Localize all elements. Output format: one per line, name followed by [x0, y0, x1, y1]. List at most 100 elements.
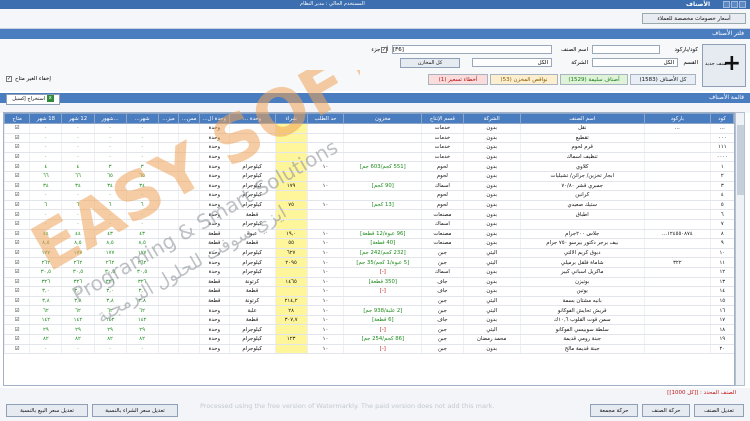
table-row[interactable]: ١٧ سمن قوت القلوب ١٠,٦ك بدون جاف [6 قطعة] ١٠ ٣…: [4, 315, 734, 326]
f6-label: [F6]: [393, 47, 404, 53]
table-cell: وحدة: [198, 334, 230, 345]
table-cell: كيلوجرام: [228, 161, 276, 172]
table-row[interactable]: ٦ اطباق بدون مصنعات قطعة وحدة ٠ ٠ ٠ ٠ ☑: [4, 209, 734, 220]
table-row[interactable]: ١٠ دبوق كريم الالتي اليتي جبن [232 كجم/242 ج…: [4, 248, 734, 259]
table-row[interactable]: ١٨ سلطة سوبيسي الفوكانو اليتي جبن [-] ١٠ كيلوج…: [4, 324, 734, 336]
table-cell: كيلوجرام: [228, 171, 276, 182]
column-header[interactable]: باركود: [643, 113, 712, 124]
table-cell: ٣٢٦: [93, 277, 127, 288]
table-row[interactable]: ٩ بيف برجر دكتور بيرسو ٧٥٠ جرام بدون مصنعات…: [4, 238, 734, 249]
section-select[interactable]: الكل: [592, 58, 678, 67]
table-cell: [643, 190, 711, 201]
table-cell: ☑: [4, 123, 30, 134]
column-header[interactable]: الشركة: [462, 113, 521, 124]
table-cell: [157, 344, 179, 355]
table-cell: [228, 123, 276, 134]
barcode-input[interactable]: [592, 45, 660, 54]
table-row[interactable]: ٢٠ جبنة قديمة مالح بدون جبن [-] ١٠ كيلوجرام وحد…: [4, 344, 734, 355]
scrollbar-thumb[interactable]: [737, 125, 744, 195]
column-header[interactable]: شهر...: [125, 113, 159, 124]
column-header[interactable]: شراء: [274, 113, 308, 124]
table-cell: [643, 209, 711, 220]
column-header[interactable]: كود: [710, 113, 734, 124]
table-cell: ١٤٢: [61, 315, 94, 326]
column-header[interactable]: مس...: [178, 113, 200, 124]
total-movement-button[interactable]: حركة مجمعة: [590, 404, 638, 417]
column-header[interactable]: 12 شهر: [61, 113, 95, 124]
edit-item-button[interactable]: تعديل الصنف: [694, 404, 744, 417]
table-row[interactable]: ٨ ١٢٤٥٥٠٨٧٤... جلاس ٢٠٠جرام بدون مصنعات [96 ع…: [4, 229, 734, 240]
section-label: القسم: [683, 60, 698, 66]
column-header[interactable]: متاح: [4, 113, 31, 124]
table-row[interactable]: ٤ كرانين بدون لحوم كيلوجرام وحدة ٠ ٠ ٠ ٠ ☑: [4, 190, 734, 201]
table-cell: [306, 123, 344, 134]
adjust-purchase-price-button[interactable]: تعديل سعر الشراء بالنسبة: [92, 404, 178, 417]
chip-valid-items[interactable]: أصناف سليمة (1529): [560, 74, 628, 85]
new-item-button[interactable]: + صنف جديد: [702, 44, 746, 87]
column-header[interactable]: وحدة ...: [228, 113, 276, 124]
column-header[interactable]: ...شهور: [93, 113, 127, 124]
table-cell: كرانين: [519, 190, 645, 201]
table-row[interactable]: ١٥ بانيه مشتان بسمة اليتي جبن ١٠ ٢١٤,٢ كرتونة ق…: [4, 296, 734, 307]
all-stores-button[interactable]: كل المخازن: [400, 58, 460, 68]
table-row[interactable]: ...... نقل بدون خدمات وحدة ٠ ٠ ٠ ٠ ☑: [4, 123, 734, 134]
table-cell: جبن: [421, 305, 464, 316]
table-cell: جاف: [421, 277, 464, 288]
table-cell: [643, 334, 711, 345]
table-row[interactable]: ١٦ قريش تحايش الفوكانو اليتي جبن [2 علبة/938…: [4, 305, 734, 316]
column-header[interactable]: حد الطلب: [306, 113, 345, 124]
table-cell: قطعة: [198, 238, 230, 249]
table-cell: كيلوجرام: [228, 190, 276, 201]
table-row[interactable]: ١١ ٣٢٢ شاماة فلقل برميلي اليتي جبن [5 عبوة/1 …: [4, 257, 734, 268]
column-header[interactable]: ميز...: [157, 113, 180, 124]
table-cell: جبن: [421, 324, 464, 336]
chip-all-items[interactable]: كل الأصناف (1583): [630, 74, 696, 85]
company-select[interactable]: الكل: [472, 58, 552, 67]
table-cell: [350 قطعة]: [343, 277, 422, 288]
table-cell: [643, 171, 711, 182]
vertical-scrollbar[interactable]: [735, 112, 745, 386]
table-cell: اليتي: [462, 305, 521, 316]
column-header[interactable]: مخزون: [343, 113, 423, 124]
table-cell: ١٢٣: [274, 334, 308, 345]
table-cell: اليتي: [462, 257, 521, 268]
hide-unavailable-checkbox[interactable]: ✓: [6, 75, 12, 82]
table-cell: كيلوجرام: [228, 344, 276, 355]
chip-pricing-errors[interactable]: أخطاء تسعير (1): [428, 74, 488, 85]
column-header[interactable]: وحدة ال...: [198, 113, 230, 124]
table-cell: ١٤٢: [93, 315, 127, 326]
table-row[interactable]: ٣ جمبري قشر ٧٠/٨٠ بدون اسماك [90 كجم] ١٠ ١٧٩ كي…: [4, 181, 734, 192]
column-header[interactable]: اسم الصنف: [519, 113, 645, 124]
table-row[interactable]: ١٢ ماكريل اسباني كبير بدون اسماك [-] ١٠ كيلوجر…: [4, 267, 734, 278]
table-cell: ٠: [93, 123, 127, 134]
table-row[interactable]: ١ كلاوي بدون لحوم [551 كجم/603 جم] ١٠ كيلوجرام…: [4, 161, 734, 172]
table-row[interactable]: ١١١ قرم لحوم بدون خدمات وحدة ٠ ٠ ٠ ٠ ☑: [4, 142, 734, 153]
table-cell: [643, 277, 711, 288]
table-cell: [-]: [343, 267, 422, 278]
export-excel-button[interactable]: استخراج إكسيل x: [6, 94, 60, 105]
table-row[interactable]: ٢ ابجار تخزين/ جرائن/ تشيليات بدون لحوم كيلو…: [4, 171, 734, 182]
table-row[interactable]: ٥ ستيك صعيدي بدون لحوم [13 كجم] ١٠ ٧٥ كيلوجرام و…: [4, 200, 734, 211]
item-movement-button[interactable]: حركة الصنف: [642, 404, 690, 417]
table-cell: جبنة قديمة مالح: [519, 344, 645, 355]
customer-prices-button[interactable]: أسعار خصومات مخصصة للعملاء: [642, 13, 746, 24]
table-row[interactable]: ٧ بدون اسماك كيلوجرام وحدة ٠ ٠ ٠ ٠ ☑: [4, 219, 734, 230]
adjust-sale-price-button[interactable]: تعديل سعر البيع بالنسبة: [6, 404, 88, 417]
any-part-checkbox[interactable]: ✓: [381, 46, 387, 53]
table-row[interactable]: ١٣ بوتيزن بدون جاف [350 قطعة] ١٠ ١٤٦٥ كرتونة قطع…: [4, 277, 734, 288]
column-header[interactable]: 18 شهر: [29, 113, 63, 124]
minimize-icon[interactable]: [723, 1, 730, 8]
chip-store-shortages[interactable]: نواقص المخزن (53): [490, 74, 558, 85]
table-row[interactable]: ١٩ جبنة رومي قديمة محمد رمضان جبن [86 كجم/25…: [4, 334, 734, 345]
table-cell: ٨,٥: [29, 238, 62, 249]
name-input[interactable]: [392, 45, 552, 54]
table-cell: ٠: [29, 190, 62, 201]
table-row[interactable]: ٠٠٠٠ تنظيف اسماك بدون خدمات وحدة ٠ ٠ ٠ ٠ ☑: [4, 152, 734, 163]
column-header[interactable]: قسم الإنتاج: [421, 113, 464, 124]
table-cell: قريش تحايش الفوكانو: [519, 305, 645, 316]
close-icon[interactable]: [739, 1, 746, 8]
table-row[interactable]: ٠٠٠ تقطيع بدون خدمات وحدة ٠ ٠ ٠ ٠ ☑: [4, 133, 734, 144]
table-cell: ٨,٥: [93, 238, 127, 249]
table-row[interactable]: ١٤ يوتين بدون جاف [-] ١٠ قطعة قطعة ٣,٠ ٣,٠ ٣,٠ ٣,٠ ☑: [4, 286, 734, 297]
maximize-icon[interactable]: [731, 1, 738, 8]
